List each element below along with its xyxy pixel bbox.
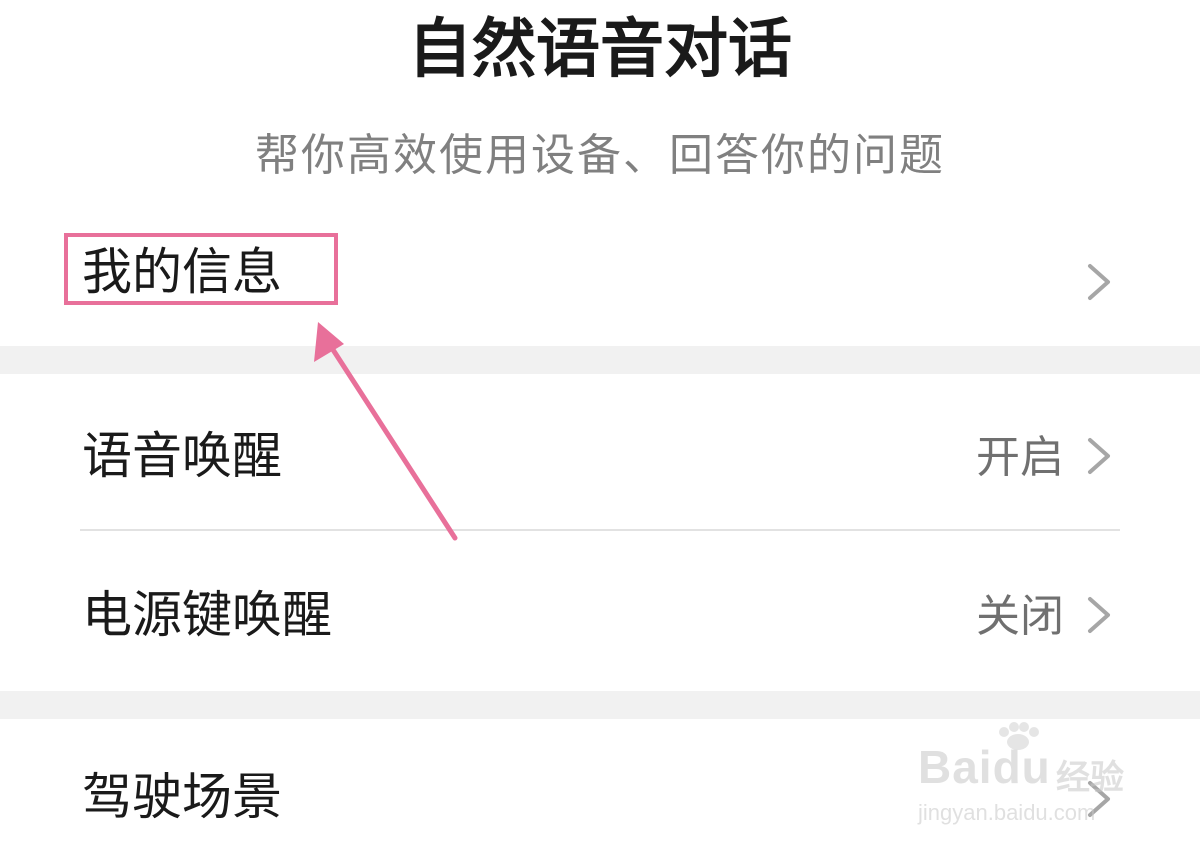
watermark-brand: Baidu xyxy=(918,741,1051,793)
watermark-brand-cn: 经验 xyxy=(1056,758,1124,798)
watermark-url: jingyan.baidu.com xyxy=(918,800,1096,825)
settings-page: 自然语音对话 帮你高效使用设备、回答你的问题 我的信息 语音唤醒 开启 电源键唤… xyxy=(0,0,1200,852)
baidu-watermark: Baidu 经验 jingyan.baidu.com xyxy=(918,722,1138,832)
